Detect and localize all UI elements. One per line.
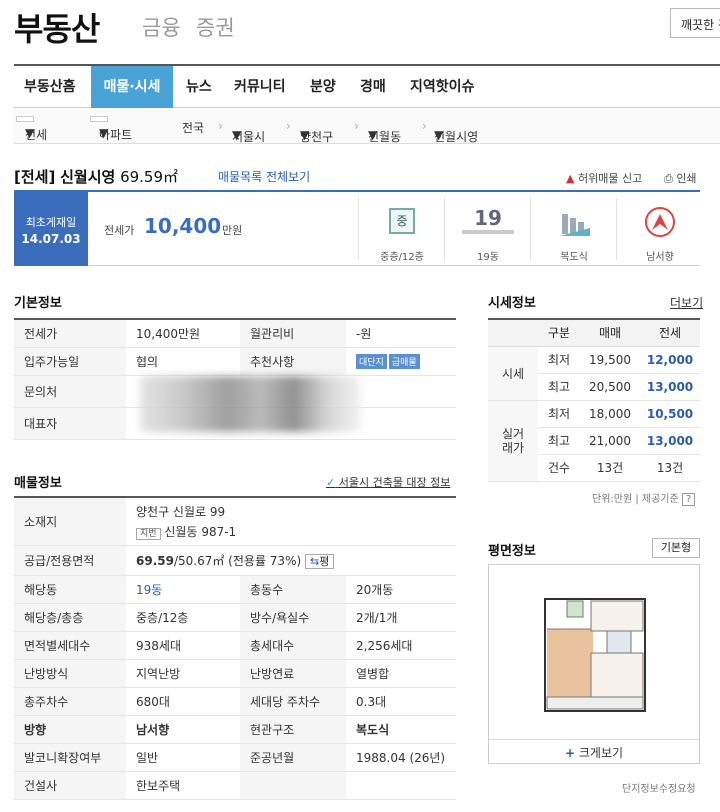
table-row: 시세 최저 19,500 12,000 bbox=[488, 346, 700, 401]
building-register-link[interactable]: ✓ 서울시 건축물 대장 정보 bbox=[326, 474, 450, 490]
jibun-tag: 지번 bbox=[136, 527, 161, 540]
floorplan-image[interactable] bbox=[537, 593, 653, 717]
corridor-structure-icon bbox=[560, 214, 590, 236]
table-row: 공급/전용면적 69.59/50.67㎡ (전용률 73%) ⇆평 bbox=[14, 545, 456, 576]
table-row: 건설사 한보주택 bbox=[14, 771, 456, 800]
nav-news[interactable]: 뉴스 bbox=[186, 66, 226, 108]
floorplan-heading: 평면정보 bbox=[488, 544, 536, 559]
chevron-down-icon: ▼ bbox=[434, 128, 444, 142]
top-right-button[interactable]: 깨끗한 검 bbox=[670, 8, 720, 38]
posted-date-box: 최초게재일 14.07.03 bbox=[14, 192, 88, 266]
table-row: 소재지 양천구 신월로 99 지번 신월동 987-1 bbox=[14, 497, 456, 546]
crumb-sep-icon: › bbox=[354, 119, 359, 133]
divider bbox=[530, 198, 531, 260]
crumb-nation[interactable]: 전국 bbox=[182, 119, 204, 136]
nav-home[interactable]: 부동산홈 bbox=[24, 66, 94, 108]
listing-info-table: 소재지 양천구 신월로 99 지번 신월동 987-1 공급/전용면적 69.5… bbox=[14, 496, 456, 800]
table-row: 총주차수 680대 세대당 주차수 0.3대 bbox=[14, 687, 456, 716]
top-header: 부동산 금융 증권 깨끗한 검 bbox=[0, 0, 720, 58]
building-cell: 19 19동 bbox=[452, 202, 524, 263]
building-number-icon: 19 bbox=[462, 206, 514, 234]
siren-icon: ▲ bbox=[566, 172, 575, 185]
finance-link[interactable]: 금융 bbox=[142, 12, 181, 42]
listing-summary: 최초게재일 14.07.03 전세가 10,400 만원 중 중층/12층 19… bbox=[14, 190, 700, 266]
nav-community[interactable]: 커뮤니티 bbox=[234, 66, 304, 108]
table-row: 해당동 19동 총동수 20개동 bbox=[14, 575, 456, 604]
help-icon[interactable]: ? bbox=[681, 493, 696, 506]
table-header-row: 구분 매매 전세 bbox=[488, 319, 700, 347]
divider bbox=[358, 198, 359, 260]
listing-title: [전세] 신월시영 69.59㎡ bbox=[14, 168, 179, 186]
table-row: 발코니확장여부 일반 준공년월 1988.04 (26년) bbox=[14, 743, 456, 772]
floor-icon: 중 bbox=[389, 208, 415, 234]
nav-local-issue[interactable]: 지역핫이슈 bbox=[410, 66, 500, 108]
direction-cell: 남서향 bbox=[624, 202, 696, 263]
crumb-sep-icon: › bbox=[218, 119, 223, 133]
price-label: 전세가 bbox=[104, 224, 135, 237]
basic-info-heading: 기본정보 bbox=[14, 296, 62, 311]
table-row: 전세가 10,400만원 월관리비 -원 bbox=[14, 319, 456, 348]
site-logo[interactable]: 부동산 bbox=[14, 4, 100, 50]
market-footnote: 단위:만원 | 제공기준 ? bbox=[592, 490, 696, 506]
price-unit: 만원 bbox=[222, 224, 243, 237]
chevron-down-icon: ▼ bbox=[300, 128, 310, 142]
market-info-heading: 시세정보 bbox=[488, 296, 536, 311]
badge-urgent: 급매물 bbox=[388, 353, 420, 369]
recommend-badges: 대단지 급매물 bbox=[346, 347, 456, 376]
table-row: 방향 남서향 현관구조 복도식 bbox=[14, 715, 456, 744]
floorplan-panel: + 크게보기 bbox=[488, 564, 700, 764]
printer-icon: ⎙ bbox=[664, 172, 673, 185]
structure-cell: 복도식 bbox=[538, 202, 610, 263]
chevron-down-icon: ▼ bbox=[99, 126, 109, 140]
all-listings-link[interactable]: 매물목록 전체보기 bbox=[218, 168, 310, 185]
stock-link[interactable]: 증권 bbox=[196, 12, 235, 42]
table-row: 해당층/총층 중층/12층 방수/욕실수 2개/1개 bbox=[14, 603, 456, 632]
report-fake-button[interactable]: ▲ 허위매물 신고 bbox=[566, 170, 642, 186]
nav-presale[interactable]: 분양 bbox=[310, 66, 350, 108]
table-row: 입주가능일 협의 추천사항 대단지 급매물 bbox=[14, 347, 456, 376]
property-type-dropdown[interactable]: 아파트 ▼ bbox=[90, 116, 132, 142]
more-link[interactable]: 더보기 bbox=[670, 294, 703, 311]
listing-info-heading: 매물정보 bbox=[14, 476, 62, 491]
compass-icon bbox=[645, 207, 675, 237]
plus-icon: + bbox=[564, 746, 576, 760]
price-value: 10,400 bbox=[144, 214, 222, 238]
print-button[interactable]: ⎙ 인쇄 bbox=[664, 170, 697, 186]
chevron-down-icon: ▼ bbox=[368, 128, 378, 142]
floor-cell: 중 중층/12층 bbox=[366, 202, 438, 263]
floorplan-type-tab[interactable]: 기본형 bbox=[652, 538, 700, 558]
edit-request-link[interactable]: 단지정보수정요청 bbox=[622, 780, 696, 795]
badge-large-complex: 대단지 bbox=[356, 353, 387, 369]
swap-icon: ⇆ bbox=[309, 554, 320, 568]
table-row: 난방방식 지역난방 난방연료 열병합 bbox=[14, 659, 456, 688]
table-row: 실거래가 최저 18,000 10,500 bbox=[488, 400, 700, 482]
divider bbox=[616, 198, 617, 260]
nav-auction[interactable]: 경매 bbox=[360, 66, 400, 108]
chevron-down-icon: ▼ bbox=[232, 128, 242, 142]
register-icon: ✓ bbox=[326, 476, 336, 489]
chevron-down-icon: ▼ bbox=[25, 126, 35, 140]
redacted-blur bbox=[140, 376, 360, 432]
crumb-sep-icon: › bbox=[422, 119, 427, 133]
table-row: 면적별세대수 938세대 총세대수 2,256세대 bbox=[14, 631, 456, 660]
crumb-sep-icon: › bbox=[286, 119, 291, 133]
address-cell: 양천구 신월로 99 지번 신월동 987-1 bbox=[126, 497, 456, 546]
enlarge-button[interactable]: + 크게보기 bbox=[489, 739, 699, 765]
main-nav: 부동산홈 매물·시세 뉴스 커뮤니티 분양 경매 지역핫이슈 bbox=[14, 64, 720, 108]
pyeong-toggle-button[interactable]: ⇆평 bbox=[304, 553, 335, 569]
area-cell: 69.59/50.67㎡ (전용률 73%) ⇆평 bbox=[126, 545, 456, 576]
breadcrumb: 전세 ▼ 아파트 ▼ 전국 › 서울시 ▼ › 양천구 ▼ › 신월동 ▼ › … bbox=[14, 110, 720, 144]
divider bbox=[444, 198, 445, 260]
market-price-table: 구분 매매 전세 시세 최저 19,500 12,000 최고 20,500 13,000 실… bbox=[488, 318, 700, 482]
nav-listings[interactable]: 매물·시세 bbox=[91, 66, 173, 108]
trade-type-dropdown[interactable]: 전세 ▼ bbox=[16, 116, 47, 142]
